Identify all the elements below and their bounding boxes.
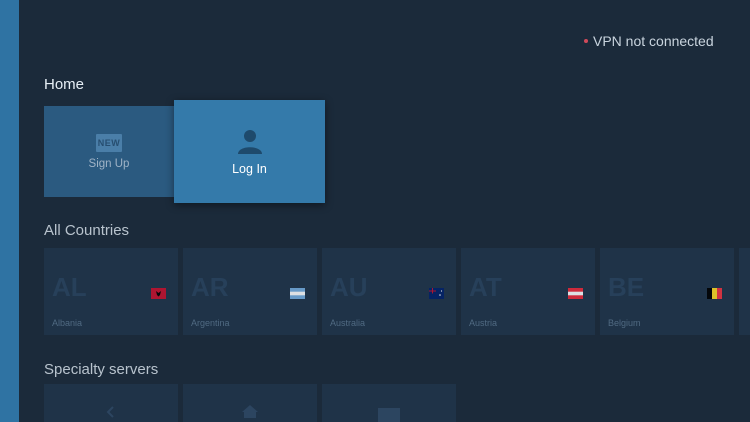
australia-flag-icon: [429, 288, 444, 299]
country-card-partial[interactable]: [739, 248, 750, 335]
home-section-title: Home: [44, 76, 85, 93]
specialty-card-2[interactable]: [183, 384, 317, 422]
all-countries-title: All Countries: [44, 222, 130, 239]
country-card-belgium[interactable]: BE Belgium: [600, 248, 734, 335]
austria-flag-icon: [568, 288, 583, 299]
left-rail: [0, 0, 19, 422]
country-card-argentina[interactable]: AR Argentina: [183, 248, 317, 335]
country-code: BE: [608, 272, 645, 302]
new-badge-icon: NEW: [96, 133, 122, 152]
user-icon: [237, 129, 262, 154]
country-code: AR: [191, 272, 229, 302]
specialty-servers-title: Specialty servers: [44, 361, 159, 378]
country-name: Austria: [469, 318, 498, 328]
country-name: Argentina: [191, 318, 230, 328]
country-name: Belgium: [608, 318, 641, 328]
sign-up-label: Sign Up: [88, 157, 130, 170]
log-in-tile[interactable]: Log In: [174, 100, 325, 203]
country-card-austria[interactable]: AT Austria: [461, 248, 595, 335]
specialty-card-1[interactable]: [44, 384, 178, 422]
country-name: Albania: [52, 318, 83, 328]
vpn-status-text: VPN not connected: [593, 33, 714, 49]
belgium-flag-icon: [707, 288, 722, 299]
screen-icon: [378, 408, 400, 422]
log-in-label: Log In: [232, 161, 267, 176]
status-dot-icon: [584, 39, 588, 43]
country-code: AU: [330, 272, 368, 302]
specialty-card-3[interactable]: [322, 384, 456, 422]
country-name: Australia: [330, 318, 366, 328]
albania-flag-icon: [151, 288, 166, 299]
country-code: AT: [469, 272, 502, 302]
home-icon: [242, 405, 258, 418]
chevron-left-icon: [106, 406, 114, 418]
country-card-australia[interactable]: AU Australia: [322, 248, 456, 335]
country-code: AL: [52, 272, 87, 302]
argentina-flag-icon: [290, 288, 305, 299]
sign-up-tile[interactable]: NEW Sign Up: [44, 106, 174, 197]
vpn-status: VPN not connected: [584, 33, 714, 49]
country-card-albania[interactable]: AL Albania: [44, 248, 178, 335]
